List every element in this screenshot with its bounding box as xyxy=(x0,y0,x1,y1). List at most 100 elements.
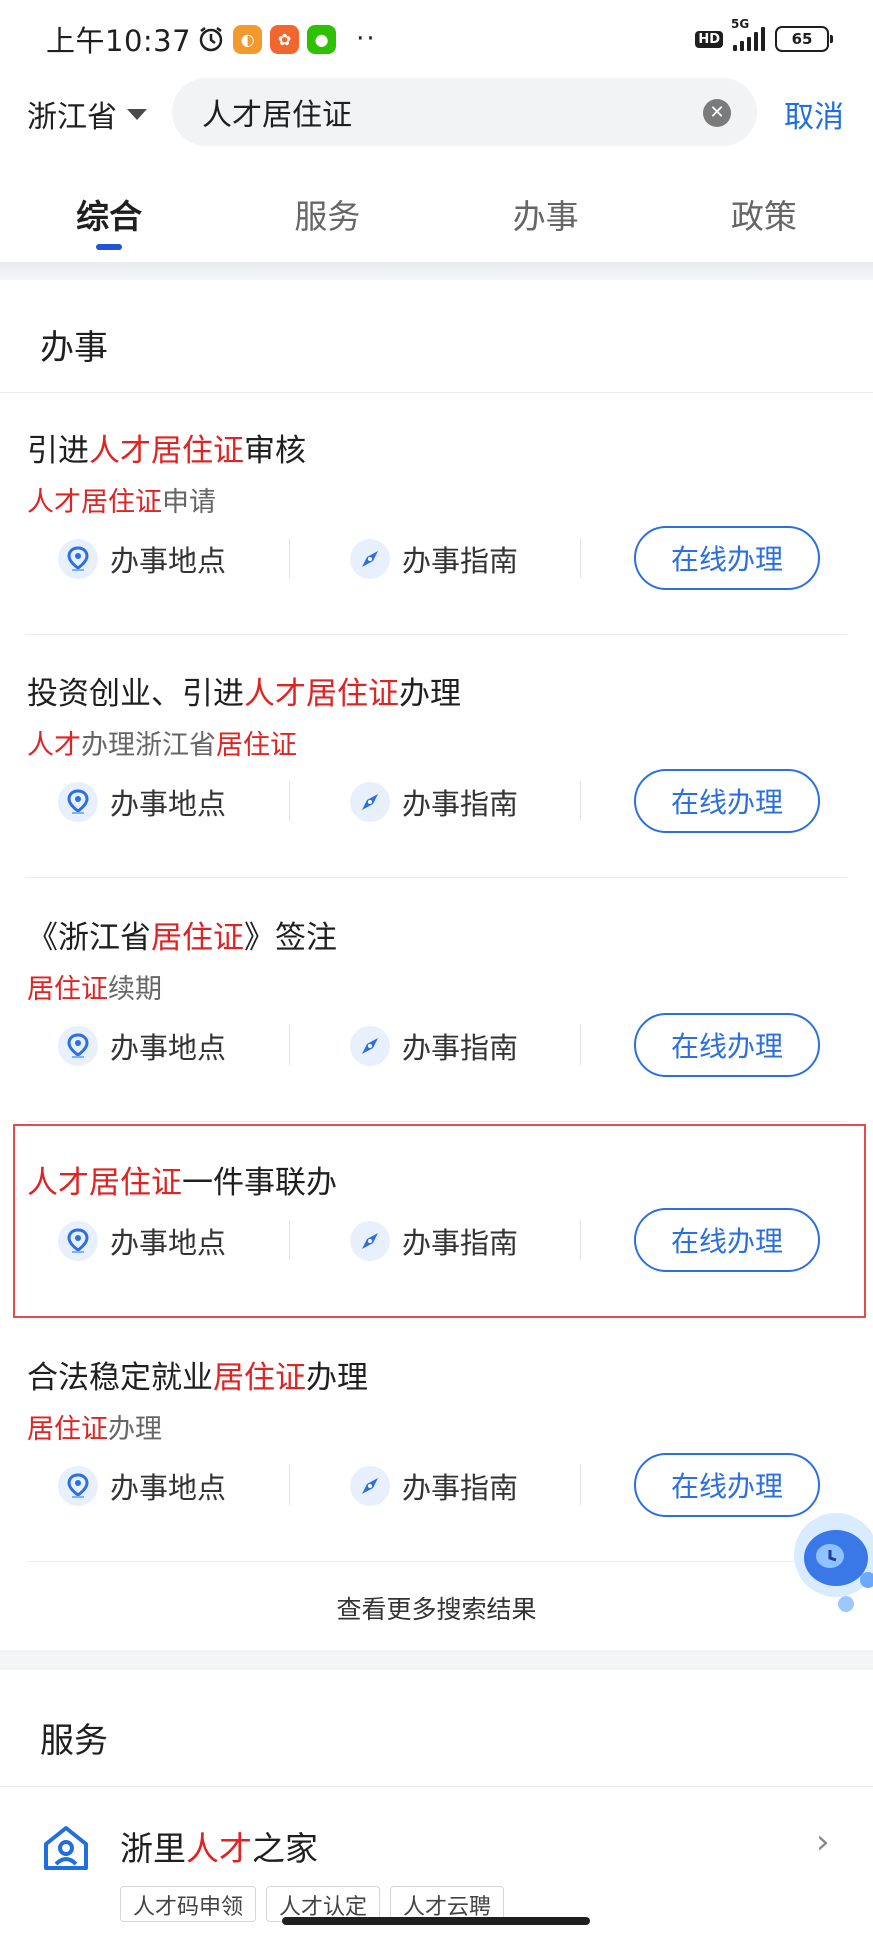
tab-1[interactable]: 服务 xyxy=(218,182,436,252)
text-segment: 之家 xyxy=(252,1829,318,1868)
text-segment: 办理 xyxy=(399,676,461,712)
action-separator xyxy=(580,781,581,821)
location-button[interactable]: 办事地点 xyxy=(58,1025,226,1067)
province-label: 浙江省 xyxy=(27,100,117,135)
clear-icon[interactable]: ✕ xyxy=(703,99,731,127)
text-segment: 浙里 xyxy=(120,1829,186,1868)
online-process-button[interactable]: 在线办理 xyxy=(634,769,820,833)
tab-2[interactable]: 办事 xyxy=(437,182,655,252)
action-separator xyxy=(289,781,290,821)
service-section-title: 服务 xyxy=(40,1721,108,1761)
guide-label: 办事指南 xyxy=(402,1471,519,1505)
action-separator xyxy=(289,1025,290,1065)
action-separator xyxy=(289,538,290,578)
location-button[interactable]: 办事地点 xyxy=(58,538,226,580)
location-pin-icon xyxy=(58,1466,98,1506)
highlighted-text: 居住证 xyxy=(27,1414,108,1445)
online-process-button[interactable]: 在线办理 xyxy=(634,1013,820,1077)
home-indicator[interactable] xyxy=(282,1917,590,1925)
section-divider xyxy=(0,1786,873,1787)
compass-icon xyxy=(350,1026,390,1066)
section-divider xyxy=(0,392,873,393)
tab-3[interactable]: 政策 xyxy=(655,182,873,252)
item-divider xyxy=(26,1561,847,1562)
text-segment: 《浙江省 xyxy=(27,920,151,956)
tabs-shadow xyxy=(0,262,873,280)
affair-item-subtitle: 居住证续期 xyxy=(27,967,162,1006)
province-selector[interactable]: 浙江省 xyxy=(27,92,147,136)
guide-button[interactable]: 办事指南 xyxy=(350,781,518,823)
location-pin-icon xyxy=(58,782,98,822)
guide-button[interactable]: 办事指南 xyxy=(350,538,518,580)
affair-item-subtitle: 人才居住证申请 xyxy=(27,480,216,519)
affair-item-title: 合法稳定就业居住证办理 xyxy=(27,1352,368,1397)
guide-label: 办事指南 xyxy=(402,1031,519,1065)
search-input[interactable] xyxy=(202,78,682,146)
action-separator xyxy=(580,1025,581,1065)
location-pin-icon xyxy=(58,539,98,579)
highlighted-text: 居住证 xyxy=(216,730,297,761)
action-separator xyxy=(289,1465,290,1505)
status-icons-left: ◐ ✿ ● ·· xyxy=(197,24,377,54)
item-divider xyxy=(26,634,847,635)
alarm-icon xyxy=(199,27,223,52)
status-bar: 上午10:37 ◐ ✿ ● ·· HD 5G 65 xyxy=(0,0,873,78)
service-item[interactable]: 浙里人才之家 › xyxy=(0,1810,873,1890)
selection-highlight-box xyxy=(13,1124,866,1318)
highlighted-text: 人才居住证 xyxy=(89,433,244,469)
result-tabs: 综合 服务 办事 政策 xyxy=(0,182,873,252)
online-process-button[interactable]: 在线办理 xyxy=(634,526,820,590)
location-label: 办事地点 xyxy=(110,1471,227,1505)
affair-item-title: 引进人才居住证审核 xyxy=(27,425,306,470)
text-segment: 投资创业、引进 xyxy=(27,676,244,712)
section-gap xyxy=(0,1650,873,1670)
affair-item-subtitle: 人才办理浙江省居住证 xyxy=(27,723,297,762)
compass-icon xyxy=(350,539,390,579)
highlighted-text: 居住证 xyxy=(151,920,244,956)
more-results-link[interactable]: 查看更多搜索结果 xyxy=(0,1590,873,1626)
text-segment: 办理 xyxy=(306,1360,368,1396)
app-notification-icon: ✿ xyxy=(270,24,300,54)
location-label: 办事地点 xyxy=(110,787,227,821)
location-label: 办事地点 xyxy=(110,1031,227,1065)
service-item-name: 浙里人才之家 xyxy=(120,1822,318,1870)
item-divider xyxy=(26,877,847,878)
service-tag[interactable]: 人才码申领 xyxy=(120,1886,257,1922)
location-button[interactable]: 办事地点 xyxy=(58,1465,226,1507)
cancel-button[interactable]: 取消 xyxy=(784,92,844,136)
highlighted-text: 居住证 xyxy=(27,974,108,1005)
more-notifications-icon: ·· xyxy=(356,24,377,54)
app-notification-icon: ◐ xyxy=(233,24,263,54)
text-segment: 》签注 xyxy=(244,920,337,956)
compass-icon xyxy=(350,1466,390,1506)
affair-item-title: 投资创业、引进人才居住证办理 xyxy=(27,668,461,713)
guide-label: 办事指南 xyxy=(402,787,519,821)
text-segment: 续期 xyxy=(108,974,162,1005)
text-segment: 办理 xyxy=(108,1414,162,1445)
highlighted-text: 人才居住证 xyxy=(244,676,399,712)
location-label: 办事地点 xyxy=(110,544,227,578)
location-button[interactable]: 办事地点 xyxy=(58,781,226,823)
signal-icon: 5G xyxy=(731,17,765,51)
battery-icon: 65 xyxy=(775,26,833,52)
text-segment: 引进 xyxy=(27,433,89,469)
guide-label: 办事指南 xyxy=(402,544,519,578)
battery-level: 65 xyxy=(791,30,813,48)
action-separator xyxy=(580,538,581,578)
guide-button[interactable]: 办事指南 xyxy=(350,1025,518,1067)
chevron-right-icon: › xyxy=(816,1822,830,1862)
caret-down-icon xyxy=(127,108,147,120)
tab-0[interactable]: 综合 xyxy=(0,182,218,252)
text-segment: 审核 xyxy=(244,433,306,469)
affair-item-subtitle: 居住证办理 xyxy=(27,1407,162,1446)
highlighted-text: 居住证 xyxy=(213,1360,306,1396)
wechat-icon: ● xyxy=(307,24,337,54)
search-header: 浙江省 ✕ 取消 xyxy=(0,78,873,150)
status-icons-right: HD 5G 65 xyxy=(695,17,833,52)
text-segment: 合法稳定就业 xyxy=(27,1360,213,1396)
text-segment: 办理浙江省 xyxy=(81,730,216,761)
guide-button[interactable]: 办事指南 xyxy=(350,1465,518,1507)
affairs-section-title: 办事 xyxy=(40,328,108,368)
text-segment: 申请 xyxy=(162,487,216,518)
talent-home-icon xyxy=(44,1826,88,1870)
